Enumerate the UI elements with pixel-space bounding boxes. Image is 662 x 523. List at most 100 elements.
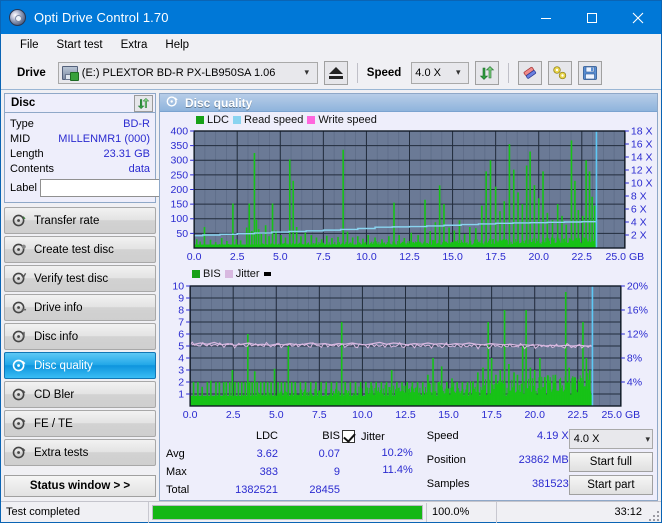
sidebar-item-verify-test-disc[interactable]: Verify test disc [4, 265, 156, 292]
test-speed-select[interactable]: 4.0 X ▾ [568, 429, 653, 449]
sidebar-item-disc-quality[interactable]: Disc quality [4, 352, 156, 379]
svg-text:350: 350 [171, 140, 189, 152]
resize-grip[interactable] [647, 502, 661, 523]
disc-panel-title: Disc [11, 97, 36, 109]
disc-quality-panel: Disc quality LDC Read speed Write speed … [159, 93, 658, 501]
results-header-ldc: LDC [255, 430, 278, 442]
svg-text:16%: 16% [627, 304, 648, 316]
sidebar-item-label: Disc quality [34, 359, 93, 372]
samples-value: 381523 [532, 478, 569, 490]
status-window-button[interactable]: Status window > > [4, 475, 156, 497]
start-full-button[interactable]: Start full [568, 452, 653, 472]
svg-text:2.5: 2.5 [226, 409, 241, 421]
speed-select-value: 4.0 X [415, 66, 441, 79]
results-header-bis: BIS [322, 430, 340, 442]
menu-item-help[interactable]: Help [156, 37, 198, 53]
disc-write-icon [12, 242, 27, 257]
tools-button[interactable] [548, 60, 573, 85]
jitter-checkbox[interactable] [342, 430, 355, 443]
disc-refresh-button[interactable] [134, 94, 153, 112]
panel-header: Disc quality [160, 94, 657, 112]
results-total-ldc: 1382521 [235, 484, 278, 496]
svg-text:20.0: 20.0 [524, 409, 545, 421]
sidebar-item-label: Drive info [34, 301, 83, 314]
drive-toolbar: Drive (E:) PLEXTOR BD-R PX-LB950SA 1.06 … [1, 56, 661, 90]
window-controls [523, 1, 661, 34]
app-window: Opti Drive Control 1.70 File Start test … [0, 0, 662, 523]
svg-text:10.0: 10.0 [356, 251, 377, 263]
eject-button[interactable] [323, 60, 348, 85]
erase-button[interactable] [518, 60, 543, 85]
legend-ldc: LDC [196, 114, 229, 126]
legend-swatch-jitter [224, 270, 233, 278]
charts-area: LDC Read speed Write speed 50 100 150 200 25… [160, 112, 657, 426]
svg-text:16 X: 16 X [631, 138, 653, 150]
svg-text:7: 7 [178, 316, 184, 328]
eject-icon [328, 66, 343, 79]
svg-text:250: 250 [171, 169, 189, 181]
menu-item-start-test[interactable]: Start test [48, 37, 112, 53]
bis-chart-legend: BIS Jitter [192, 268, 271, 280]
svg-text:7.5: 7.5 [312, 409, 327, 421]
speed-info-value: 4.19 X [536, 430, 569, 442]
disc-row-contents-value: data [128, 162, 150, 175]
title-bar: Opti Drive Control 1.70 [1, 1, 661, 34]
svg-text:22.5: 22.5 [572, 251, 593, 263]
close-button[interactable] [615, 1, 661, 34]
nav-list: Transfer rate Create test disc Verify te… [4, 207, 156, 466]
svg-text:6 X: 6 X [631, 203, 647, 215]
svg-text:2 X: 2 X [631, 229, 647, 241]
toolbar-divider-1 [356, 62, 358, 83]
status-message: Test completed [1, 501, 149, 523]
disc-row-length-value: 23.31 GB [103, 147, 150, 160]
sidebar-item-label: Create test disc [34, 243, 114, 256]
minimize-button[interactable] [523, 1, 569, 34]
sidebar-item-disc-info[interactable]: Disc info [4, 323, 156, 350]
menu-item-extra[interactable]: Extra [112, 37, 157, 53]
legend-label-write-speed: Write speed [318, 114, 377, 126]
sidebar-item-label: CD Bler [34, 388, 75, 401]
jitter-column: Jitter 10.2% 11.4% [342, 428, 423, 500]
sidebar-item-fe-te[interactable]: FE / TE [4, 410, 156, 437]
svg-text:12 X: 12 X [631, 164, 653, 176]
sidebar-item-extra-tests[interactable]: Extra tests [4, 439, 156, 466]
bis-jitter-chart: BIS Jitter 1 2 3 4 5 6 7 8 9 10 4% 8% 12% 16% 20% 0.0 2.… [160, 266, 657, 426]
sidebar-item-transfer-rate[interactable]: Transfer rate [4, 207, 156, 234]
progress-track [152, 504, 423, 520]
sidebar-item-create-test-disc[interactable]: Create test disc [4, 236, 156, 263]
window-title: Opti Drive Control 1.70 [34, 10, 169, 25]
action-buttons: 4.0 X ▾ Start full Start part [568, 428, 653, 500]
eraser-icon [523, 66, 537, 79]
results-row-max-label: Max [166, 466, 187, 478]
save-button[interactable] [578, 60, 603, 85]
speed-select[interactable]: 4.0 X ▾ [411, 61, 470, 84]
maximize-button[interactable] [569, 1, 615, 34]
disc-row-type-value: BD-R [123, 117, 150, 130]
svg-text:6: 6 [178, 328, 184, 340]
start-part-button[interactable]: Start part [568, 475, 653, 495]
drive-info-icon [12, 300, 27, 315]
results-row-total-label: Total [166, 484, 190, 496]
chevron-down-icon: ▾ [456, 67, 461, 77]
svg-text:10 X: 10 X [631, 177, 653, 189]
drive-select[interactable]: (E:) PLEXTOR BD-R PX-LB950SA 1.06 ▾ [57, 61, 318, 84]
panel-title: Disc quality [185, 95, 253, 110]
svg-text:400: 400 [171, 125, 189, 137]
refresh-button[interactable] [475, 60, 500, 85]
legend-bis: BIS [192, 268, 221, 280]
bis-chart-canvas: 12345678910 4% 8% 12% 16% 20% 0.0 2.5 5.0 7.5 10.0… [172, 280, 648, 421]
sidebar-item-cd-bler[interactable]: CD Bler [4, 381, 156, 408]
tools-icon [553, 65, 567, 79]
svg-text:200: 200 [171, 184, 189, 196]
svg-text:15.0: 15.0 [442, 251, 463, 263]
sidebar-item-drive-info[interactable]: Drive info [4, 294, 156, 321]
svg-text:100: 100 [171, 213, 189, 225]
test-speed-value: 4.0 X [573, 433, 600, 445]
svg-text:22.5: 22.5 [568, 409, 589, 421]
fe-te-icon [12, 416, 27, 431]
svg-text:15.0: 15.0 [438, 409, 459, 421]
menu-item-file[interactable]: File [11, 37, 48, 53]
results-area: LDC BIS Avg 3.62 0.07 Max 383 9 Total 13… [160, 426, 657, 500]
sidebar-item-label: FE / TE [34, 417, 73, 430]
svg-text:0.0: 0.0 [183, 409, 198, 421]
